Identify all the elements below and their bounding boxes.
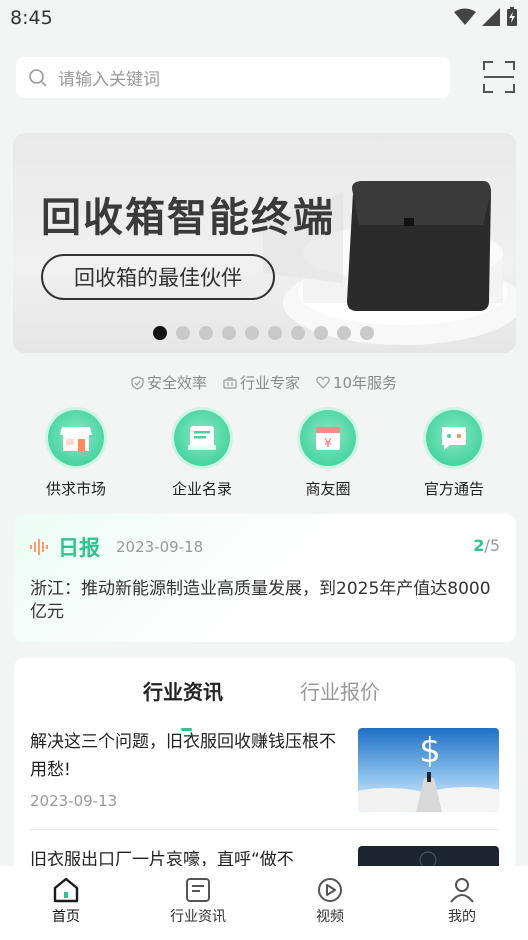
home-icon (53, 877, 79, 903)
carousel-dot[interactable] (199, 326, 213, 340)
search-input[interactable]: 请输入关键词 (16, 57, 450, 98)
feature-expert: 行业专家 (223, 372, 300, 393)
shield-icon (131, 375, 144, 390)
wifi-icon (454, 8, 476, 25)
carousel-dot[interactable] (222, 326, 236, 340)
bottom-tab-bar: 首页 行业资讯 视频 我的 (0, 866, 528, 940)
tabbar-video[interactable]: 视频 (264, 866, 396, 940)
quick-label: 官方通告 (423, 480, 484, 498)
briefcase-icon (223, 377, 237, 389)
quick-company-directory[interactable]: 企业名录 (139, 410, 265, 499)
quick-supply-market[interactable]: 供求市场 (13, 410, 139, 499)
tab-industry-news[interactable]: 行业资讯 (143, 676, 223, 705)
daily-page-current: 2 (473, 536, 485, 555)
carousel-dot[interactable] (360, 326, 374, 340)
carousel-dot[interactable] (291, 326, 305, 340)
news-date: 2023-09-13 (30, 792, 118, 810)
search-icon (29, 68, 47, 87)
carousel-dot[interactable] (314, 326, 328, 340)
quick-label: 企业名录 (171, 480, 232, 498)
status-bar: 8:45 (0, 0, 528, 36)
daily-page-indicator: 2/5 (473, 536, 500, 555)
scan-button[interactable] (482, 59, 516, 95)
carousel-dot[interactable] (268, 326, 282, 340)
daily-date: 2023-09-18 (116, 538, 204, 556)
quick-business-circle[interactable]: ¥ 商友圈 (265, 410, 391, 499)
daily-header: 日报 2023-09-18 (30, 532, 203, 562)
tab-industry-quotes[interactable]: 行业报价 (300, 676, 380, 705)
status-icons (454, 7, 518, 27)
news-item[interactable]: 解决这三个问题，旧衣服回收赚钱压根不用愁! 2023-09-13 $ (30, 728, 499, 830)
feature-tags: 安全效率 行业专家 10年服务 (0, 372, 528, 393)
tabbar-label: 我的 (448, 909, 476, 925)
tabbar-profile[interactable]: 我的 (396, 866, 528, 940)
news-title: 解决这三个问题，旧衣服回收赚钱压根不用愁! (30, 732, 336, 780)
banner-title: 回收箱智能终端 (41, 195, 335, 241)
daily-headline[interactable]: 浙江：推动新能源制造业高质量发展，到2025年产值达8000亿元 (30, 578, 500, 624)
tabbar-label: 首页 (52, 909, 80, 925)
carousel-dots (153, 326, 374, 340)
feature-label: 行业专家 (239, 374, 300, 392)
heart-icon (316, 376, 330, 389)
svg-text:¥: ¥ (324, 436, 332, 450)
shop-icon (48, 410, 104, 466)
tabbar-home[interactable]: 首页 (0, 866, 132, 940)
daily-title: 日报 (58, 536, 100, 560)
tabbar-label: 行业资讯 (170, 909, 226, 925)
notice-icon (426, 410, 482, 466)
feature-label: 10年服务 (332, 374, 398, 392)
profile-icon (450, 878, 474, 903)
status-time: 8:45 (10, 7, 53, 29)
directory-icon (174, 410, 230, 466)
news-tabs: 行业资讯 行业报价 (14, 676, 515, 731)
banner-carousel[interactable]: 回收箱智能终端 回收箱的最佳伙伴 (13, 133, 516, 353)
quick-entries: 供求市场 企业名录 ¥ 商友圈 官方通告 (0, 410, 528, 499)
feature-service: 10年服务 (316, 372, 397, 393)
quick-official-notice[interactable]: 官方通告 (391, 410, 517, 499)
news-thumbnail: $ (358, 728, 499, 812)
tabbar-label: 视频 (316, 909, 344, 925)
carousel-dot[interactable] (176, 326, 190, 340)
quick-label: 商友圈 (305, 480, 351, 498)
daily-report-card[interactable]: 日报 2023-09-18 2/5 浙江：推动新能源制造业高质量发展，到2025… (13, 514, 516, 642)
search-placeholder: 请输入关键词 (58, 70, 160, 90)
banner-subtitle: 回收箱的最佳伙伴 (41, 254, 275, 300)
video-icon (318, 878, 342, 902)
feature-label: 安全效率 (146, 374, 207, 392)
carousel-dot[interactable] (245, 326, 259, 340)
carousel-dot[interactable] (337, 326, 351, 340)
tabbar-industry-news[interactable]: 行业资讯 (132, 866, 264, 940)
banner-product-image (263, 181, 516, 345)
quick-label: 供求市场 (45, 480, 106, 498)
daily-page-total: /5 (484, 536, 500, 555)
search-row: 请输入关键词 (16, 57, 516, 99)
svg-text:$: $ (419, 731, 441, 771)
soundwave-icon (30, 539, 48, 555)
carousel-dot[interactable] (153, 326, 167, 340)
battery-icon (507, 7, 517, 26)
news-icon (186, 878, 210, 902)
scan-icon (483, 61, 515, 93)
signal-icon (482, 8, 500, 26)
circle-icon: ¥ (300, 410, 356, 466)
feature-safety: 安全效率 (131, 372, 207, 393)
